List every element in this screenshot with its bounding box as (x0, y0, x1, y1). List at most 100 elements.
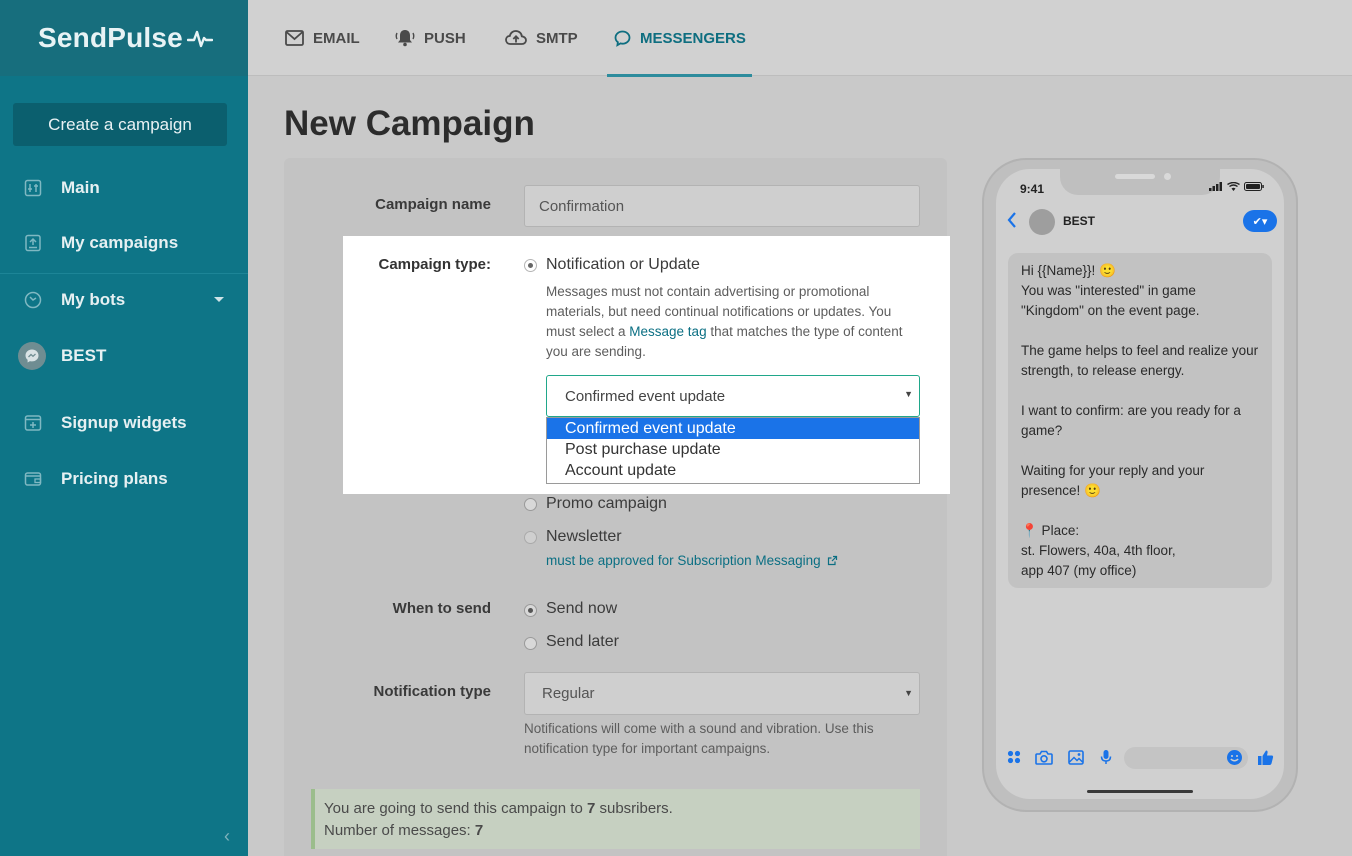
newsletter-note[interactable]: must be approved for Subscription Messag… (546, 551, 838, 571)
message-tag-options: Confirmed event update Post purchase upd… (546, 417, 920, 484)
checkmark-icon[interactable]: ✔▾ (1243, 210, 1277, 232)
radio-newsletter-label[interactable]: Newsletter (546, 528, 622, 546)
phone-notch (1060, 169, 1220, 195)
option-confirmed-event-update[interactable]: Confirmed event update (547, 418, 919, 439)
pulse-icon (186, 30, 213, 48)
brand-name: SendPulse (38, 22, 183, 53)
summary-line-messages: Number of messages: 7 (324, 820, 920, 842)
mail-icon (285, 30, 304, 46)
dropdown-arrow-icon: ▼ (904, 688, 913, 698)
messenger-icon (18, 342, 46, 370)
message-line: st. Flowers, 40a, 4th floor, (1021, 543, 1176, 558)
phone-screen: 9:41 BEST ✔▾ Hi {{Name}}! 🙂 You was "int… (996, 169, 1284, 799)
sliders-icon (22, 177, 44, 199)
notification-type-select[interactable]: Regular ▼ (524, 672, 920, 715)
radio-send-later-label[interactable]: Send later (546, 633, 619, 651)
message-count: 7 (474, 822, 484, 839)
message-tag-select[interactable]: Confirmed event update ▼ (546, 375, 920, 417)
wallet-icon (22, 468, 44, 490)
message-line: 📍 Place: (1021, 523, 1080, 538)
radio-send-now-label[interactable]: Send now (546, 600, 617, 618)
message-blank (1021, 501, 1259, 521)
radio-notification[interactable] (524, 259, 537, 272)
camera (1164, 173, 1171, 180)
message-bubble: Hi {{Name}}! 🙂 You was "interested" in g… (1008, 253, 1272, 588)
campaign-name-label: Campaign name (375, 196, 491, 213)
back-icon[interactable] (1006, 211, 1018, 234)
external-link-icon (828, 555, 838, 566)
tab-push[interactable]: PUSH (395, 0, 466, 76)
radio-newsletter[interactable] (524, 531, 537, 544)
signal-icon (1209, 182, 1222, 191)
camera-icon[interactable] (1034, 747, 1054, 767)
tab-label: PUSH (424, 29, 466, 47)
sidebar-item-my-campaigns[interactable]: My campaigns (0, 223, 248, 263)
sidebar-item-best[interactable]: BEST (0, 336, 248, 376)
notification-type-value: Regular (542, 685, 595, 702)
sidebar-item-label: Signup widgets (61, 413, 187, 432)
status-time: 9:41 (1020, 182, 1045, 196)
radio-send-now[interactable] (524, 604, 537, 617)
tab-label: EMAIL (313, 29, 360, 47)
sidebar-divider (0, 273, 248, 274)
image-icon[interactable] (1066, 747, 1086, 767)
tab-smtp[interactable]: SMTP (505, 0, 578, 76)
selected-tag: Confirmed event update (565, 387, 726, 405)
notification-help-text: Messages must not contain advertising or… (546, 282, 918, 362)
bots-icon (22, 289, 44, 311)
sidebar-item-pricing-plans[interactable]: Pricing plans (0, 459, 248, 499)
chat-icon (614, 30, 631, 47)
tab-email[interactable]: EMAIL (285, 0, 360, 76)
message-line: app 407 (my office) (1021, 563, 1137, 578)
battery-icon (1244, 182, 1264, 191)
campaigns-icon (22, 232, 44, 254)
tab-messengers[interactable]: MESSENGERS (614, 0, 746, 76)
speaker (1115, 174, 1155, 179)
active-tab-indicator (607, 74, 752, 77)
radio-promo[interactable] (524, 498, 537, 511)
sidebar-item-my-bots[interactable]: My bots (0, 280, 248, 320)
message-blank (1021, 381, 1259, 401)
sidebar-item-signup-widgets[interactable]: Signup widgets (0, 403, 248, 443)
radio-send-later[interactable] (524, 637, 537, 650)
campaign-name-input[interactable]: Confirmation (524, 185, 920, 227)
dropdown-arrow-icon: ▼ (904, 389, 913, 399)
campaign-type-label: Campaign type: (378, 256, 491, 273)
message-line: Hi {{Name}}! 🙂 (1021, 263, 1116, 278)
newsletter-note-link[interactable]: must be approved for Subscription Messag… (546, 553, 821, 568)
thumbs-up-icon[interactable] (1255, 747, 1275, 767)
sidebar-item-label: Main (61, 178, 100, 197)
option-post-purchase-update[interactable]: Post purchase update (547, 439, 919, 460)
create-campaign-button[interactable]: Create a campaign (13, 103, 227, 146)
bell-icon (395, 29, 415, 47)
notification-type-label: Notification type (373, 683, 491, 700)
page-title: New Campaign (284, 104, 535, 143)
radio-promo-label[interactable]: Promo campaign (546, 495, 667, 513)
microphone-icon[interactable] (1096, 747, 1116, 767)
campaign-type-section: Campaign type: Notification or Update Me… (343, 236, 950, 494)
emoji-icon[interactable] (1224, 747, 1244, 767)
send-summary: You are going to send this campaign to 7… (311, 789, 920, 849)
cloud-upload-icon (505, 30, 527, 46)
sidebar-item-main[interactable]: Main (0, 168, 248, 208)
home-indicator (1087, 790, 1193, 793)
message-line: Waiting for your reply and your presence… (1021, 463, 1205, 498)
tab-label: SMTP (536, 29, 578, 47)
caret-down-icon (214, 297, 224, 302)
summary-line-subscribers: You are going to send this campaign to 7… (324, 798, 920, 820)
message-line: The game helps to feel and realize your … (1021, 343, 1259, 378)
logo[interactable]: SendPulse (0, 0, 248, 76)
notification-type-help: Notifications will come with a sound and… (524, 721, 874, 756)
message-blank (1021, 321, 1259, 341)
chat-name: BEST (1063, 214, 1096, 228)
sidebar-item-label: BEST (61, 346, 107, 365)
option-account-update[interactable]: Account update (547, 460, 919, 481)
apps-icon[interactable] (1004, 747, 1024, 767)
summary-text: You are going to send this campaign to (324, 800, 587, 817)
collapse-sidebar-icon[interactable]: ‹ (224, 826, 230, 847)
message-tag-link[interactable]: Message tag (629, 324, 706, 339)
tab-label: MESSENGERS (640, 29, 746, 47)
radio-notification-label[interactable]: Notification or Update (546, 256, 700, 274)
chat-header: BEST ✔▾ (996, 207, 1284, 237)
widget-icon (22, 412, 44, 434)
